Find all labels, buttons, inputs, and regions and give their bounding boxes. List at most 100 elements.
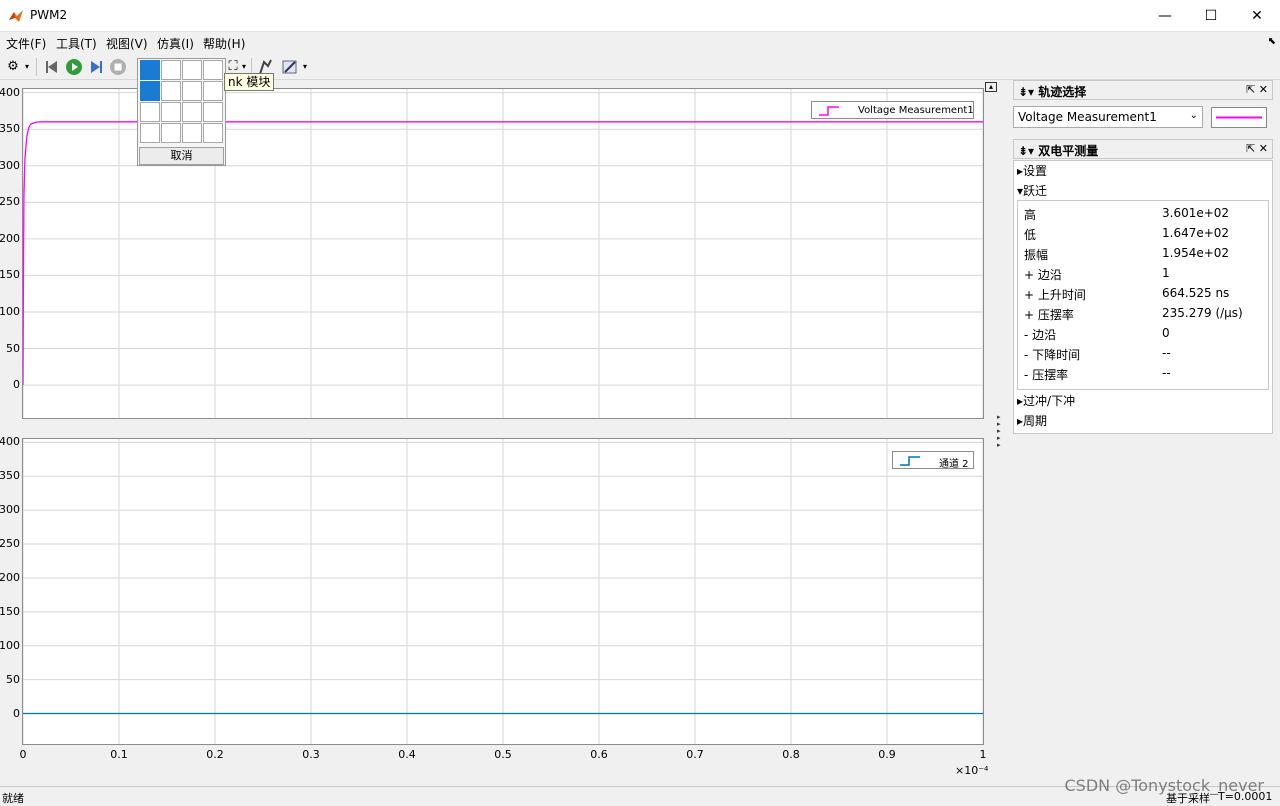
- x-tick-label: 0.3: [302, 748, 320, 761]
- menu-tools[interactable]: 工具(T): [56, 35, 97, 52]
- measurement-row: 高 3.601e+02: [1024, 204, 1264, 224]
- section-settings[interactable]: ▸设置: [1017, 162, 1047, 179]
- layout-cell[interactable]: [140, 60, 160, 80]
- measurement-row: + 压摆率 235.279 (/μs): [1024, 304, 1264, 324]
- x-tick-label: 0.4: [398, 748, 416, 761]
- y-tick-label: 400: [0, 435, 20, 449]
- legend-label: 通道 2: [939, 459, 969, 470]
- y-tick-label: 350: [0, 122, 20, 136]
- menu-bar: 文件(F) 工具(T) 视图(V) 仿真(I) 帮助(H) ⬉: [0, 32, 1280, 54]
- measurement-value: --: [1162, 366, 1171, 380]
- y-tick-label: 0: [13, 706, 20, 720]
- y-tick-label: 50: [6, 341, 20, 355]
- measurement-value: 3.601e+02: [1162, 206, 1230, 220]
- layout-cell[interactable]: [182, 102, 202, 122]
- x-tick-label: 0.5: [494, 748, 512, 761]
- y-tick-label: 200: [0, 570, 20, 584]
- watermark: CSDN @Tonystock_never: [1064, 776, 1265, 795]
- measurement-label: - 压摆率: [1024, 368, 1069, 382]
- measurement-value: 0: [1162, 326, 1170, 340]
- measurement-value: 1.647e+02: [1162, 226, 1230, 240]
- toolbar-separator: [36, 58, 37, 76]
- matlab-icon: [9, 10, 23, 22]
- trace-dropdown[interactable]: Voltage Measurement1 ⌄: [1013, 106, 1203, 128]
- section-overshoot[interactable]: ▸过冲/下冲: [1017, 392, 1075, 409]
- minimize-button[interactable]: —: [1142, 0, 1188, 32]
- step-back-icon[interactable]: [43, 58, 61, 76]
- line-style-button[interactable]: [1211, 107, 1267, 128]
- measurement-row: - 边沿 0: [1024, 324, 1264, 344]
- y-tick-label: 100: [0, 304, 20, 318]
- measurement-label: - 边沿: [1024, 328, 1057, 342]
- measurement-value: --: [1162, 346, 1171, 360]
- layout-cell[interactable]: [161, 81, 181, 101]
- legend-1[interactable]: Voltage Measurement1: [811, 101, 974, 119]
- layout-cell[interactable]: [182, 123, 202, 143]
- gear-icon[interactable]: ⚙: [4, 58, 22, 76]
- measurement-value: 1.954e+02: [1162, 246, 1230, 260]
- y-tick-label: 200: [0, 231, 20, 245]
- layout-cell[interactable]: [203, 123, 223, 143]
- measurement-value: 235.279 (/μs): [1162, 306, 1243, 320]
- dropdown-arrow-icon[interactable]: ▾: [300, 58, 310, 76]
- measurement-label: + 边沿: [1024, 268, 1062, 282]
- menu-simulation[interactable]: 仿真(I): [157, 35, 194, 52]
- axes-2-plot: [23, 439, 983, 744]
- menu-help[interactable]: 帮助(H): [203, 35, 245, 52]
- layout-cell[interactable]: [203, 102, 223, 122]
- layout-cell[interactable]: [161, 60, 181, 80]
- layout-cell[interactable]: [140, 102, 160, 122]
- layout-cell[interactable]: [161, 102, 181, 122]
- layout-cell[interactable]: [140, 81, 160, 101]
- y-tick-label: 250: [0, 195, 20, 209]
- y-tick-label: 150: [0, 268, 20, 282]
- measurement-label: 高: [1024, 208, 1037, 222]
- layout-cell[interactable]: [182, 60, 202, 80]
- dropdown-arrow-icon[interactable]: ▾: [22, 58, 32, 76]
- trace-selection-title: ⇟▾ 轨迹选择: [1018, 85, 1087, 99]
- layout-cell[interactable]: [161, 123, 181, 143]
- layout-cancel-button[interactable]: 取消: [139, 147, 224, 165]
- undock-axes-icon[interactable]: ▴: [985, 82, 997, 92]
- measurement-row: 低 1.647e+02: [1024, 224, 1264, 244]
- measurement-row: - 下降时间 --: [1024, 344, 1264, 364]
- x-tick-label: 0.2: [206, 748, 224, 761]
- y-tick-label: 400: [0, 85, 20, 99]
- step-forward-icon[interactable]: [87, 58, 105, 76]
- y-tick-label: 350: [0, 469, 20, 483]
- layout-cell[interactable]: [203, 81, 223, 101]
- section-cycles[interactable]: ▸周期: [1017, 412, 1047, 429]
- run-icon[interactable]: [65, 58, 83, 76]
- chevron-down-icon: ⌄: [1189, 110, 1198, 121]
- measurement-row: 振幅 1.954e+02: [1024, 244, 1264, 264]
- maximize-button[interactable]: ☐: [1188, 0, 1234, 32]
- panel-close-icon[interactable]: ⇱ ✕: [1246, 142, 1268, 155]
- measurement-row: + 边沿 1: [1024, 264, 1264, 284]
- x-tick-label: 0.7: [686, 748, 704, 761]
- layout-popup: 取消: [137, 58, 226, 166]
- layout-cell[interactable]: [182, 81, 202, 101]
- x-tick-label: 0.1: [110, 748, 128, 761]
- bilevel-header: ⇟▾ 双电平测量 ⇱ ✕: [1013, 139, 1273, 159]
- layout-cell[interactable]: [203, 60, 223, 80]
- status-text: 就绪: [2, 792, 24, 805]
- panel-collapse-handle[interactable]: ▸ ▸ ▸ ▸ ▸: [997, 414, 1005, 449]
- legend-swatch: [900, 456, 920, 466]
- style-icon[interactable]: [281, 58, 299, 76]
- close-button[interactable]: ✕: [1234, 0, 1280, 32]
- x-tick-label: 1: [979, 748, 987, 761]
- transitions-table: 高 3.601e+02 低 1.647e+02 振幅 1.954e+02 + 边沿 1 + 上升…: [1017, 200, 1269, 390]
- measurement-value: 1: [1162, 266, 1170, 280]
- section-transitions[interactable]: ▾跃迁: [1017, 182, 1047, 199]
- measurement-row: + 上升时间 664.525 ns: [1024, 284, 1264, 304]
- y-tick-label: 300: [0, 158, 20, 172]
- stop-icon[interactable]: [109, 58, 127, 76]
- legend-2[interactable]: 通道 2: [892, 451, 974, 470]
- menu-file[interactable]: 文件(F): [6, 35, 46, 52]
- layout-cell[interactable]: [140, 123, 160, 143]
- menu-view[interactable]: 视图(V): [106, 35, 148, 52]
- undock-icon[interactable]: ⬉: [1268, 36, 1276, 47]
- y-tick-label: 250: [0, 537, 20, 551]
- axes-2[interactable]: 通道 2: [22, 438, 984, 745]
- panel-close-icon[interactable]: ⇱ ✕: [1246, 83, 1268, 96]
